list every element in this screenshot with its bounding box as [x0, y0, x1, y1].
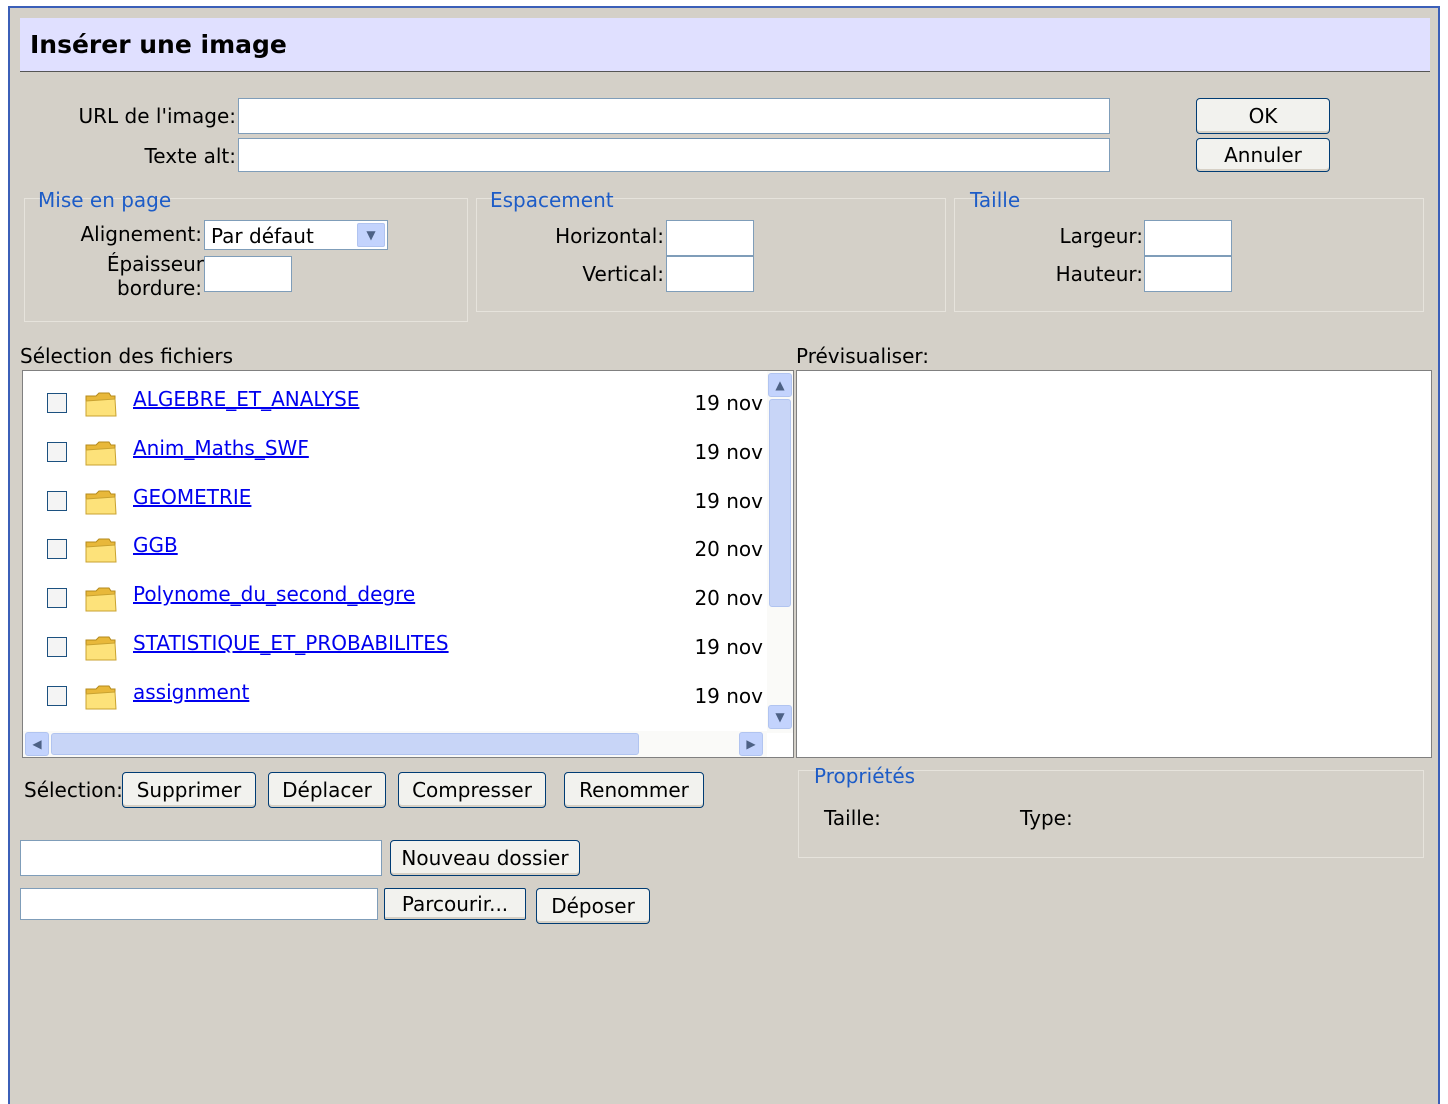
list-item[interactable]: GEOMETRIE 19 nov [23, 483, 763, 523]
cancel-button[interactable]: Annuler [1196, 138, 1330, 172]
ok-button[interactable]: OK [1196, 98, 1330, 134]
list-item[interactable]: STATISTIQUE_ET_PROBABILITES 19 nov [23, 629, 763, 669]
delete-button[interactable]: Supprimer [122, 772, 256, 808]
preview-pane [796, 370, 1432, 758]
folder-date: 19 nov [694, 391, 763, 415]
height-input[interactable] [1144, 256, 1232, 292]
folder-icon [85, 489, 117, 515]
selection-label: Sélection: [24, 778, 123, 802]
alt-input[interactable] [238, 138, 1110, 172]
row-checkbox[interactable] [47, 637, 67, 657]
dialog-title: Insérer une image [30, 30, 287, 59]
chevron-right-icon[interactable]: ▶ [739, 732, 763, 756]
spacing-legend: Espacement [490, 188, 614, 212]
new-folder-button[interactable]: Nouveau dossier [390, 840, 580, 876]
folder-link[interactable]: assignment [133, 680, 249, 704]
properties-type-label: Type: [1020, 806, 1073, 830]
horizontal-scrollbar[interactable]: ◀ ▶ [23, 731, 767, 757]
new-folder-input[interactable] [20, 840, 382, 876]
folder-icon [85, 440, 117, 466]
folder-link[interactable]: GGB [133, 533, 178, 557]
chevron-up-icon[interactable]: ▲ [768, 373, 792, 397]
width-label: Largeur: [1059, 224, 1143, 248]
properties-legend: Propriétés [814, 764, 916, 788]
folder-date: 20 nov [694, 586, 763, 611]
row-checkbox[interactable] [47, 588, 67, 609]
width-input[interactable] [1144, 220, 1232, 256]
folder-date: 19 nov [694, 439, 763, 464]
insert-image-dialog: Insérer une image URL de l'image: Texte … [8, 6, 1440, 1104]
row-checkbox[interactable] [47, 490, 67, 511]
layout-legend: Mise en page [38, 188, 172, 212]
row-checkbox[interactable] [47, 393, 67, 413]
list-item[interactable]: GGB 20 nov [23, 531, 763, 571]
alt-label: Texte alt: [144, 144, 236, 168]
chevron-down-icon[interactable]: ▼ [357, 223, 385, 247]
row-checkbox[interactable] [47, 685, 67, 706]
folder-icon [85, 684, 117, 710]
height-label: Hauteur: [1055, 262, 1143, 286]
folder-link[interactable]: Anim_Maths_SWF [133, 436, 309, 460]
folder-date: 20 nov [694, 537, 763, 562]
vertical-spacing-input[interactable] [666, 256, 754, 292]
size-legend: Taille [970, 188, 1021, 212]
list-item[interactable]: assignment 19 nov [23, 678, 763, 718]
alignment-select[interactable]: Par défaut ▼ [204, 220, 388, 250]
preview-header: Prévisualiser: [796, 344, 929, 368]
horizontal-scrollbar-thumb[interactable] [51, 733, 639, 755]
upload-button[interactable]: Déposer [536, 888, 650, 924]
folder-date: 19 nov [694, 683, 763, 708]
vertical-scrollbar[interactable]: ▲ ▼ [767, 371, 793, 733]
list-item[interactable]: Anim_Maths_SWF 19 nov [23, 434, 763, 474]
rename-button[interactable]: Renommer [564, 772, 704, 808]
folder-date: 19 nov [694, 635, 763, 659]
scrollbar-thumb[interactable] [769, 399, 791, 607]
row-checkbox[interactable] [47, 441, 67, 462]
list-item[interactable]: ALGEBRE_ET_ANALYSE 19 nov [23, 385, 763, 425]
file-list: ALGEBRE_ET_ANALYSE 19 nov Anim_Maths_SWF 19… [22, 370, 794, 758]
folder-icon [85, 635, 117, 661]
folder-link[interactable]: STATISTIQUE_ET_PROBABILITES [133, 631, 449, 655]
folder-icon [85, 537, 117, 563]
folder-link[interactable]: ALGEBRE_ET_ANALYSE [133, 387, 359, 411]
move-button[interactable]: Déplacer [268, 772, 386, 808]
url-label: URL de l'image: [78, 104, 236, 128]
folder-link[interactable]: Polynome_du_second_degre [133, 582, 415, 606]
folder-date: 19 nov [694, 488, 763, 513]
border-input[interactable] [204, 256, 292, 292]
border-label-line2: bordure: [117, 276, 202, 300]
dialog-titlebar: Insérer une image [20, 18, 1430, 72]
alignment-value: Par défaut [211, 224, 314, 248]
compress-button[interactable]: Compresser [398, 772, 546, 808]
folder-link[interactable]: GEOMETRIE [133, 485, 251, 509]
list-item[interactable]: Polynome_du_second_degre 20 nov [23, 580, 763, 620]
file-path-input[interactable] [20, 888, 378, 920]
properties-size-label: Taille: [824, 806, 881, 830]
chevron-down-icon[interactable]: ▼ [768, 705, 792, 729]
url-input[interactable] [238, 98, 1110, 134]
chevron-left-icon[interactable]: ◀ [25, 732, 49, 756]
row-checkbox[interactable] [47, 539, 67, 560]
border-label-line1: Épaisseur [106, 252, 204, 276]
folder-icon [85, 391, 117, 417]
horizontal-label: Horizontal: [555, 224, 664, 248]
vertical-label: Vertical: [582, 262, 664, 286]
files-header: Sélection des fichiers [20, 344, 234, 368]
horizontal-spacing-input[interactable] [666, 220, 754, 256]
folder-icon [85, 586, 117, 612]
browse-button[interactable]: Parcourir... [384, 888, 526, 920]
alignment-label: Alignement: [80, 222, 202, 246]
